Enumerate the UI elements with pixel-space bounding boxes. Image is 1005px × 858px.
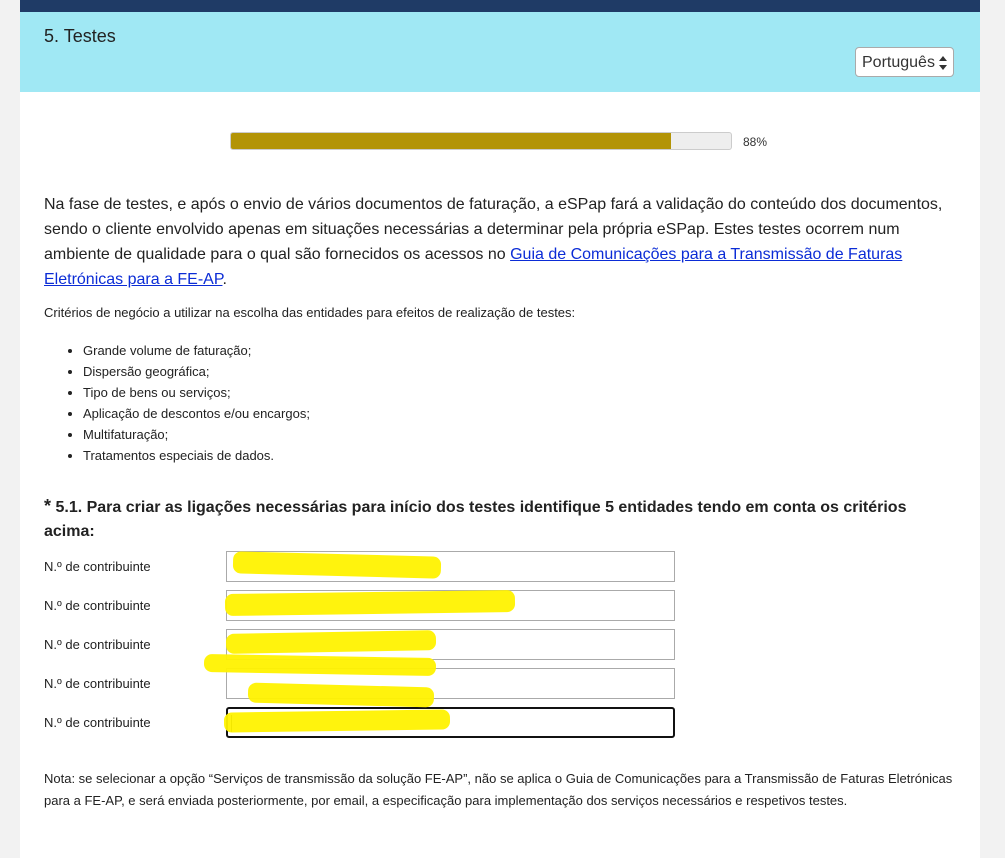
criteria-item: Grande volume de faturação; [83, 340, 310, 361]
language-select-value: Português [862, 54, 935, 71]
taxpayer-field-label: N.º de contribuinte [44, 637, 151, 652]
page-title: 5. Testes [44, 26, 116, 46]
progress-bar-fill [231, 133, 671, 149]
page-header: 5. Testes Português [20, 12, 980, 92]
intro-text-end: . [222, 271, 227, 288]
taxpayer-field-label: N.º de contribuinte [44, 715, 151, 730]
criteria-list: Grande volume de faturação; Dispersão ge… [44, 340, 310, 466]
redaction-highlight [247, 682, 435, 708]
question-text: 5.1. Para criar as ligações necessárias … [44, 499, 907, 540]
criteria-item: Aplicação de descontos e/ou encargos; [83, 403, 310, 424]
redaction-highlight [225, 630, 437, 654]
criteria-item: Dispersão geográfica; [83, 361, 310, 382]
taxpayer-field-label: N.º de contribuinte [44, 559, 151, 574]
criteria-heading: Critérios de negócio a utilizar na escol… [44, 305, 576, 320]
top-bar [20, 0, 980, 12]
required-mark: * [44, 496, 52, 516]
language-select[interactable]: Português [855, 47, 954, 77]
taxpayer-field-label: N.º de contribuinte [44, 598, 151, 613]
progress-bar [230, 132, 732, 150]
taxpayer-field-label: N.º de contribuinte [44, 676, 151, 691]
criteria-item: Tratamentos especiais de dados. [83, 445, 310, 466]
intro-paragraph: Na fase de testes, e após o envio de vár… [44, 192, 954, 292]
redaction-highlight [223, 709, 451, 733]
question-title: * 5.1. Para criar as ligações necessária… [44, 494, 954, 544]
redaction-highlight [224, 589, 516, 617]
note-text: Nota: se selecionar a opção “Serviços de… [44, 771, 953, 808]
criteria-item: Tipo de bens ou serviços; [83, 382, 310, 403]
progress-percent: 88% [743, 135, 768, 149]
survey-content: 88% Na fase de testes, e após o envio de… [20, 92, 980, 858]
select-arrows-icon [939, 56, 947, 70]
criteria-item: Multifaturação; [83, 424, 310, 445]
